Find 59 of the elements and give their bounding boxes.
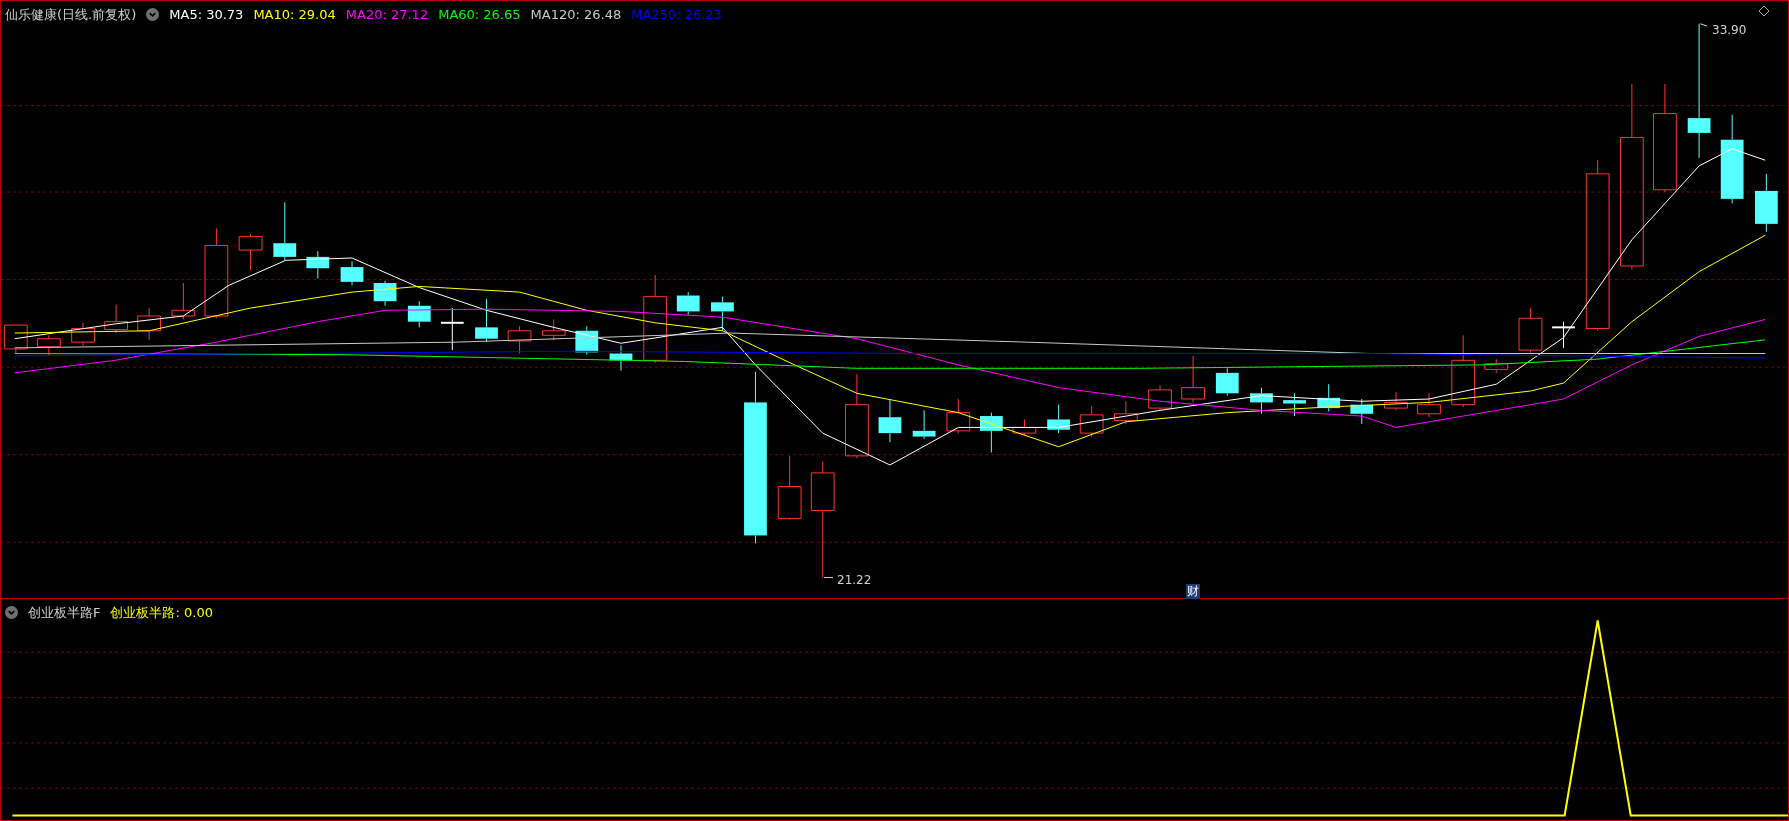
- collapse-icon[interactable]: [146, 8, 160, 22]
- ma-label: MA10: 29.04: [253, 6, 336, 24]
- candlestick: [171, 282, 196, 320]
- candlestick: [507, 325, 532, 354]
- price-label: 33.90: [1712, 22, 1747, 39]
- candlestick: [1384, 391, 1408, 411]
- leader-line: [823, 577, 834, 579]
- candlestick: [439, 307, 465, 351]
- indicator-name: 创业板半路F: [28, 604, 101, 622]
- candlestick: [475, 298, 498, 343]
- candlestick: [1417, 392, 1441, 418]
- candlestick: [1148, 384, 1172, 411]
- candlestick: [777, 455, 802, 521]
- stock-title: 仙乐健康(日线.前复权): [5, 6, 137, 24]
- candlestick: [1250, 387, 1273, 415]
- candlestick: [676, 291, 700, 316]
- event-badge[interactable]: 财: [1186, 584, 1200, 599]
- candlestick: [1283, 392, 1306, 417]
- leader-line: [1699, 23, 1708, 27]
- candlestick: [373, 280, 397, 307]
- candlestick: [340, 260, 364, 286]
- ma-label: MA5: 30.73: [169, 6, 244, 24]
- candlestick: [306, 250, 330, 279]
- price-label: 21.22: [837, 572, 872, 589]
- candlestick: [1754, 173, 1778, 233]
- candlestick: [1551, 321, 1576, 349]
- candlestick: [946, 398, 971, 434]
- candlestick: [980, 412, 1003, 453]
- candlestick: [878, 398, 902, 443]
- candlestick: [238, 233, 263, 271]
- candlestick: [912, 409, 936, 440]
- candlestick: [1215, 367, 1239, 397]
- candlestick: [1350, 398, 1374, 425]
- ma-label: MA60: 26.65: [438, 6, 521, 24]
- candlestick: [1012, 418, 1037, 436]
- candlestick: [3, 324, 28, 354]
- candlestick: [1181, 355, 1205, 403]
- candlestick: [1079, 405, 1104, 438]
- candlestick: [137, 307, 162, 341]
- ma-label: MA20: 27.12: [345, 6, 429, 24]
- candlestick: [1484, 358, 1509, 374]
- candlestick: [1518, 307, 1543, 353]
- candlestick: [541, 318, 566, 341]
- candlestick: [711, 296, 734, 332]
- candlestick: [1047, 404, 1070, 434]
- candlestick: [609, 345, 633, 372]
- candlestick: [1113, 400, 1138, 425]
- candlestick: [36, 334, 61, 357]
- candlestick: [407, 300, 431, 328]
- ma-label: MA120: 26.48: [530, 6, 622, 24]
- collapse-icon[interactable]: [5, 606, 18, 620]
- ma-label: MA250: 26.23: [631, 6, 722, 24]
- candlestick: [575, 325, 599, 356]
- candlestick: [273, 201, 297, 261]
- diamond-icon[interactable]: [1758, 5, 1770, 17]
- candlestick: [1317, 383, 1341, 412]
- candlestick: [71, 322, 95, 347]
- candlestick: [104, 304, 128, 334]
- indicator-value: 创业板半路: 0.00: [110, 604, 213, 622]
